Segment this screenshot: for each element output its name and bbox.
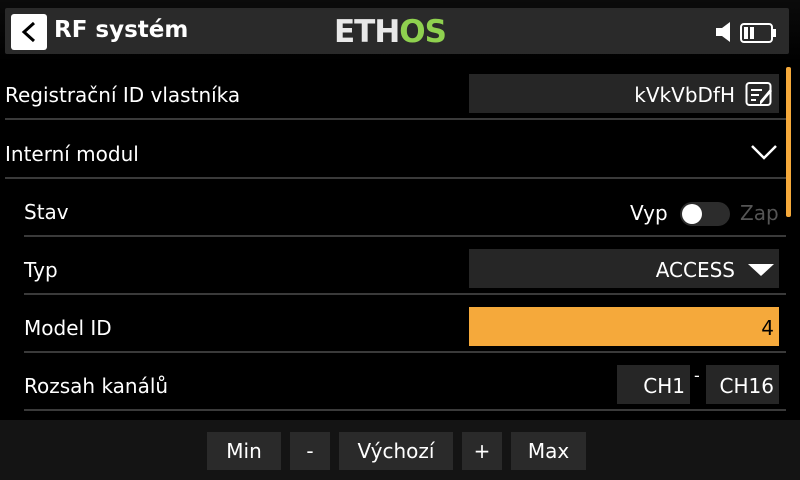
model-id-value: 4 (761, 316, 774, 340)
dropdown-arrow-icon[interactable] (747, 263, 775, 277)
type-value: ACCESS (655, 258, 735, 282)
model-id-row: Model ID 4 (0, 296, 786, 353)
channel-end-field[interactable]: CH16 (706, 365, 779, 404)
footer-toolbar: Min - Výchozí + Max (0, 420, 800, 480)
speaker-icon[interactable] (714, 20, 738, 44)
owner-id-row: Registrační ID vlastníka kVkVbDfH (0, 63, 786, 120)
battery-icon (740, 23, 776, 43)
min-button[interactable]: Min (207, 432, 281, 470)
channel-range-label: Rozsah kanálů (24, 374, 169, 398)
type-dropdown[interactable]: ACCESS (469, 249, 779, 288)
back-button[interactable] (11, 14, 47, 50)
divider (24, 351, 786, 353)
divider (5, 118, 786, 120)
toggle-off-label: Vyp (630, 201, 668, 225)
ethos-logo: ETHOS (334, 14, 447, 50)
model-id-field[interactable]: 4 (469, 307, 779, 346)
type-label: Typ (24, 258, 58, 282)
divider (5, 177, 786, 179)
toggle-knob[interactable] (682, 204, 702, 224)
page-title: RF systém (54, 17, 189, 43)
default-button[interactable]: Výchozí (339, 432, 453, 470)
increment-button[interactable]: + (462, 432, 502, 470)
decrement-button[interactable]: - (290, 432, 330, 470)
channel-end-value: CH16 (719, 374, 774, 398)
owner-id-field[interactable]: kVkVbDfH (469, 74, 779, 113)
channel-start-field[interactable]: CH1 (617, 365, 690, 404)
internal-module-row[interactable]: Interní modul (0, 122, 786, 179)
chevron-left-icon (21, 21, 36, 43)
channel-range-row: Rozsah kanálů CH1 - CH16 (0, 354, 786, 411)
scrollbar[interactable] (786, 67, 791, 217)
channel-separator: - (694, 366, 700, 385)
edit-icon[interactable] (745, 81, 775, 107)
state-label: Stav (24, 200, 69, 224)
max-button[interactable]: Max (511, 432, 586, 470)
chevron-down-icon[interactable] (750, 144, 778, 160)
channel-start-value: CH1 (643, 374, 685, 398)
state-row: Stav Vyp Zap (0, 180, 786, 237)
model-id-label: Model ID (24, 316, 112, 340)
type-row: Typ ACCESS (0, 238, 786, 295)
internal-module-label: Interní modul (5, 142, 139, 166)
settings-list: Registrační ID vlastníka kVkVbDfH Intern… (0, 63, 800, 420)
toggle-on-label: Zap (740, 201, 779, 225)
divider (24, 409, 786, 411)
divider (24, 235, 786, 237)
divider (24, 293, 786, 295)
owner-id-value: kVkVbDfH (634, 83, 735, 107)
header-bar: RF systém ETHOS (0, 0, 800, 63)
owner-id-label: Registrační ID vlastníka (5, 83, 241, 107)
